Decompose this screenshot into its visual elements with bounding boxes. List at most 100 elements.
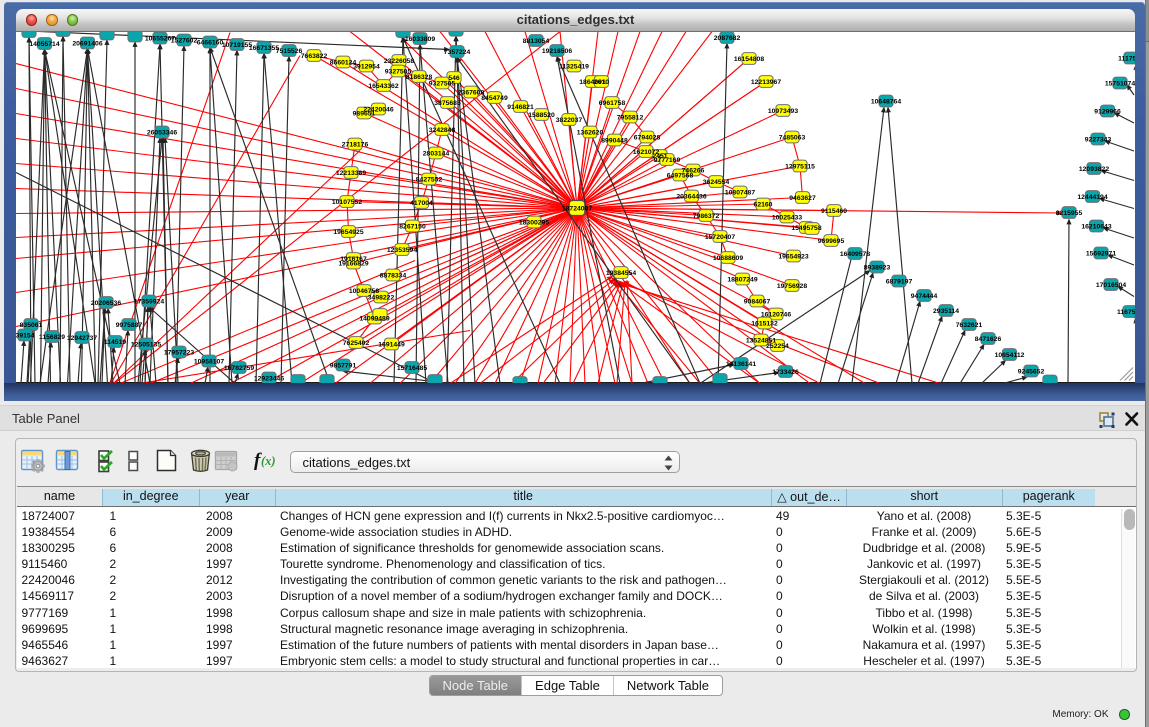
svg-text:10807487: 10807487: [725, 189, 755, 196]
svg-text:2803144: 2803144: [423, 150, 450, 157]
svg-text:9474444: 9474444: [911, 292, 938, 299]
svg-text:10958107: 10958107: [194, 358, 224, 365]
svg-text:16033809: 16033809: [405, 35, 435, 42]
svg-text:23226058: 23226058: [384, 57, 414, 64]
svg-text:12505135: 12505135: [131, 341, 161, 348]
svg-text:7515526: 7515526: [276, 47, 303, 54]
svg-text:7485063: 7485063: [779, 134, 806, 141]
svg-text:18724007: 18724007: [562, 205, 592, 212]
svg-text:114519: 114519: [104, 338, 127, 345]
svg-text:16154808: 16154808: [734, 55, 764, 62]
svg-text:12975115: 12975115: [785, 163, 815, 170]
svg-text:7357224: 7357224: [444, 48, 471, 55]
svg-text:7625402: 7625402: [343, 339, 370, 346]
svg-text:12213389: 12213389: [336, 169, 366, 176]
svg-text:12923446: 12923446: [254, 375, 284, 382]
svg-text:8990448: 8990448: [601, 137, 628, 144]
svg-text:19654923: 19654923: [778, 253, 808, 260]
svg-text:10688609: 10688609: [713, 254, 743, 261]
svg-text:2718176: 2718176: [342, 141, 369, 148]
svg-text:17957223: 17957223: [164, 349, 194, 356]
svg-text:15716485: 15716485: [397, 364, 427, 371]
svg-text:16671355: 16671355: [249, 44, 279, 51]
svg-text:9115460: 9115460: [821, 207, 847, 214]
svg-text:989651: 989651: [353, 110, 376, 117]
svg-text:16409578: 16409578: [840, 250, 870, 257]
svg-text:252254: 252254: [766, 342, 789, 349]
svg-text:835061: 835061: [20, 321, 43, 328]
svg-text:10025433: 10025433: [772, 214, 802, 221]
svg-text:8938923: 8938923: [864, 264, 891, 271]
svg-text:19166829: 19166829: [338, 260, 368, 267]
svg-text:10719155: 10719155: [222, 41, 252, 48]
svg-text:10648764: 10648764: [871, 98, 901, 105]
svg-text:18300295: 18300295: [519, 219, 549, 226]
svg-text:9777169: 9777169: [654, 156, 681, 163]
svg-text:8813054: 8813054: [523, 37, 550, 44]
svg-text:18807249: 18807249: [727, 276, 757, 283]
svg-text:12093822: 12093822: [1079, 165, 1109, 172]
svg-text:6497568: 6497568: [667, 172, 694, 179]
svg-text:19756928: 19756928: [777, 282, 807, 289]
svg-text:16782759: 16782759: [224, 364, 254, 371]
svg-text:9146821: 9146821: [507, 103, 534, 110]
svg-text:62160: 62160: [754, 201, 773, 208]
svg-text:9227343: 9227343: [1085, 136, 1112, 143]
svg-text:3498222: 3498222: [368, 294, 395, 301]
svg-text:1362620: 1362620: [577, 129, 604, 136]
svg-text:9857791: 9857791: [330, 362, 357, 369]
svg-text:7632621: 7632621: [956, 321, 983, 328]
svg-text:6794028: 6794028: [634, 134, 661, 141]
svg-text:9129966: 9129966: [1094, 108, 1121, 115]
svg-text:(x): (x): [261, 454, 276, 468]
svg-text:16120746: 16120746: [761, 311, 791, 318]
svg-text:1117534: 1117534: [1118, 55, 1135, 62]
svg-text:12444194: 12444194: [1077, 193, 1107, 200]
svg-text:20691406: 20691406: [72, 40, 102, 47]
svg-text:10973493: 10973493: [768, 107, 798, 114]
svg-text:2087682: 2087682: [714, 34, 741, 41]
svg-text:3624554: 3624554: [703, 178, 730, 185]
svg-text:8878334: 8878334: [380, 272, 407, 279]
svg-text:8267150: 8267150: [399, 223, 426, 230]
svg-text:1615132: 1615132: [751, 320, 778, 327]
svg-text:17359924: 17359924: [134, 298, 164, 305]
svg-text:20364436: 20364436: [676, 193, 706, 200]
svg-text:15495758: 15495758: [791, 224, 821, 231]
svg-text:6879197: 6879197: [886, 278, 913, 285]
svg-text:1691449: 1691449: [378, 341, 405, 348]
svg-text:17016504: 17016504: [1096, 281, 1126, 288]
svg-text:7663822: 7663822: [301, 52, 328, 59]
svg-text:12213967: 12213967: [751, 78, 781, 85]
svg-text:7955812: 7955812: [617, 114, 644, 121]
svg-text:9084067: 9084067: [744, 298, 771, 305]
svg-text:11325419: 11325419: [559, 63, 589, 70]
svg-text:19218506: 19218506: [542, 47, 572, 54]
svg-text:9245652: 9245652: [1018, 368, 1045, 375]
svg-text:2935114: 2935114: [933, 307, 959, 314]
svg-text:6466160: 6466160: [197, 39, 224, 46]
svg-text:9327505: 9327505: [429, 80, 456, 87]
svg-text:20206536: 20206536: [91, 299, 121, 306]
svg-text:19384554: 19384554: [606, 269, 636, 276]
svg-text:3822037: 3822037: [556, 116, 583, 123]
svg-text:1733426: 1733426: [772, 368, 799, 375]
svg-text:10107552: 10107552: [332, 198, 362, 205]
svg-text:15751074: 15751074: [1105, 80, 1135, 87]
svg-text:39154: 39154: [16, 332, 35, 339]
svg-text:10654112: 10654112: [995, 351, 1025, 358]
svg-text:9699695: 9699695: [818, 237, 845, 244]
svg-text:14099489: 14099489: [359, 315, 389, 322]
svg-text:26053346: 26053346: [147, 129, 177, 136]
svg-text:15720407: 15720407: [705, 233, 735, 240]
svg-text:2610: 2610: [594, 78, 609, 85]
svg-text:6961758: 6961758: [599, 99, 626, 106]
svg-text:8454749: 8454749: [481, 94, 508, 101]
svg-text:14136141: 14136141: [726, 360, 756, 367]
svg-text:8427552: 8427552: [416, 176, 443, 183]
svg-text:9463627: 9463627: [789, 194, 816, 201]
svg-text:8471626: 8471626: [975, 335, 1002, 342]
svg-text:417004: 417004: [410, 199, 433, 206]
svg-text:12353594: 12353594: [387, 246, 417, 253]
svg-text:9975887: 9975887: [116, 321, 143, 328]
